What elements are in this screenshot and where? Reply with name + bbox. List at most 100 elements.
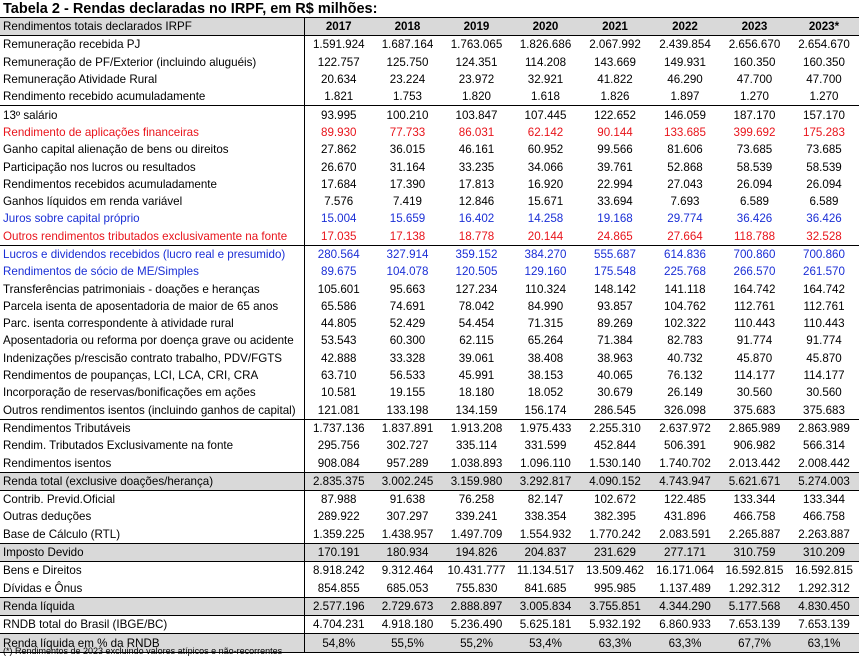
- row-value: 7.693: [670, 195, 700, 209]
- row-value: 89.675: [321, 265, 357, 279]
- row-value: 1.770.242: [589, 527, 641, 541]
- row-value: 47.700: [806, 73, 842, 87]
- row-value: 908.084: [317, 456, 360, 470]
- row-value: 114.177: [733, 369, 776, 383]
- row-value: 122.485: [664, 493, 706, 507]
- row-value: 17.813: [458, 177, 495, 191]
- row-value: 148.142: [594, 282, 636, 296]
- row-value: 27.664: [667, 229, 703, 243]
- row-value: 52.868: [667, 160, 703, 174]
- row-value: 180.934: [386, 546, 429, 560]
- row-value: 19.155: [389, 386, 426, 400]
- row-value: 71.384: [597, 334, 633, 348]
- row-value: 107.445: [524, 108, 567, 122]
- row-value: 2.654.670: [798, 38, 850, 52]
- row-value: 231.629: [594, 546, 636, 560]
- row-value: 4.090.152: [589, 474, 641, 488]
- row-value: 2.865.989: [728, 421, 781, 435]
- row-label: Indenizações p/rescisão contrato trabalh…: [0, 349, 305, 367]
- row-label: Base de Cálculo (RTL): [0, 525, 305, 544]
- row-value: 22.994: [597, 177, 633, 191]
- table-row: 13º salário 93.995 100.210 103.847 107.445 12…: [0, 105, 859, 124]
- row-value: 56.533: [389, 369, 426, 383]
- row-label: Juros sobre capital próprio: [0, 210, 305, 228]
- row-value: 331.599: [524, 439, 567, 453]
- row-value: 555.687: [594, 248, 636, 261]
- row-value: 7.576: [324, 195, 354, 209]
- row-value: 42.888: [321, 351, 357, 365]
- row-value: 995.985: [594, 581, 636, 595]
- row-value: 125.750: [386, 55, 429, 69]
- row-value: 91.774: [736, 334, 773, 348]
- table-row: Rendimentos de sócio de ME/Simples 89.675…: [0, 263, 859, 281]
- table-row: Rendim. Tributados Exclusivamente na fon…: [0, 437, 859, 455]
- footnote: (*) Rendimentos de 2023 excluindo valore…: [3, 646, 283, 656]
- row-value: 1.820: [461, 90, 491, 104]
- row-value: 2.255.310: [589, 421, 641, 435]
- row-value: 335.114: [455, 439, 498, 453]
- row-value: 157.170: [803, 108, 845, 122]
- row-label: Aposentadoria ou reforma por doença grav…: [0, 332, 305, 350]
- row-value: 327.914: [386, 248, 429, 261]
- row-label: 13º salário: [0, 105, 305, 124]
- row-value: 84.990: [527, 299, 564, 313]
- header-year: 2022: [672, 20, 698, 34]
- row-value: 110.443: [733, 317, 776, 331]
- row-value: 1.821: [324, 90, 354, 104]
- row-value: 326.098: [664, 403, 706, 417]
- row-value: 26.149: [667, 386, 703, 400]
- row-value: 7.653.139: [728, 618, 781, 632]
- row-value: 45.991: [458, 369, 495, 383]
- row-value: 16.592.815: [725, 564, 784, 578]
- row-value: 566.314: [803, 439, 845, 453]
- row-value: 102.322: [664, 317, 706, 331]
- row-value: 44.805: [321, 317, 357, 331]
- table-row: Parc. isenta correspondente à atividade …: [0, 315, 859, 333]
- row-value: 295.756: [317, 439, 360, 453]
- row-value: 1.687.164: [381, 38, 434, 52]
- row-value: 73.685: [736, 143, 773, 157]
- row-value: 134.159: [455, 403, 498, 417]
- row-label: RNDB total do Brasil (IBGE/BC): [0, 615, 305, 634]
- row-value: 133.344: [803, 493, 845, 507]
- row-value: 841.685: [524, 581, 567, 595]
- row-label: Remuneração Atividade Rural: [0, 70, 305, 89]
- row-value: 339.241: [455, 510, 498, 524]
- header-year: 2018: [394, 20, 421, 34]
- row-value: 13.509.462: [585, 564, 645, 578]
- table-row: Outros rendimentos tributados exclusivam…: [0, 227, 859, 246]
- row-value: 1.837.891: [381, 421, 434, 435]
- row-value: 104.762: [664, 299, 706, 313]
- table-row: Transferências patrimoniais - doações e …: [0, 280, 859, 298]
- row-value: 16.171.064: [655, 564, 715, 578]
- row-value: 1.292.312: [728, 581, 781, 595]
- row-value: 23.224: [389, 73, 426, 87]
- row-value: 129.160: [524, 265, 567, 279]
- row-value: 38.408: [527, 351, 564, 365]
- table-row: Ganhos líquidos em renda variável 7.576 7.…: [0, 192, 859, 211]
- table-title: Tabela 2 - Rendas declaradas no IRPF, em…: [3, 1, 378, 17]
- row-value: 1.740.702: [659, 456, 711, 470]
- row-value: 67,7%: [738, 636, 771, 650]
- row-label: Outros rendimentos isentos (incluindo ga…: [0, 401, 305, 420]
- row-value: 160.350: [733, 55, 776, 69]
- row-value: 1.137.489: [659, 581, 711, 595]
- row-value: 30.560: [806, 386, 842, 400]
- table-row: Lucros e dividendos recebidos (lucro rea…: [0, 245, 859, 264]
- row-value: 112.761: [803, 299, 845, 313]
- row-value: 1.826: [600, 90, 630, 104]
- row-value: 225.768: [664, 265, 706, 279]
- row-value: 1.497.709: [450, 527, 503, 541]
- row-value: 310.759: [733, 546, 776, 560]
- row-value: 854.855: [317, 581, 360, 595]
- row-value: 175.283: [803, 125, 845, 139]
- income-table: Rendimentos totais declarados IRPF 2017 …: [0, 17, 859, 653]
- row-value: 1.826.686: [519, 38, 572, 52]
- row-value: 204.837: [524, 546, 567, 560]
- row-value: 47.700: [736, 73, 773, 87]
- row-value: 60.300: [389, 334, 426, 348]
- row-value: 506.391: [664, 439, 706, 453]
- row-value: 18.052: [527, 386, 564, 400]
- row-value: 18.180: [458, 386, 495, 400]
- row-value: 53,4%: [529, 636, 562, 650]
